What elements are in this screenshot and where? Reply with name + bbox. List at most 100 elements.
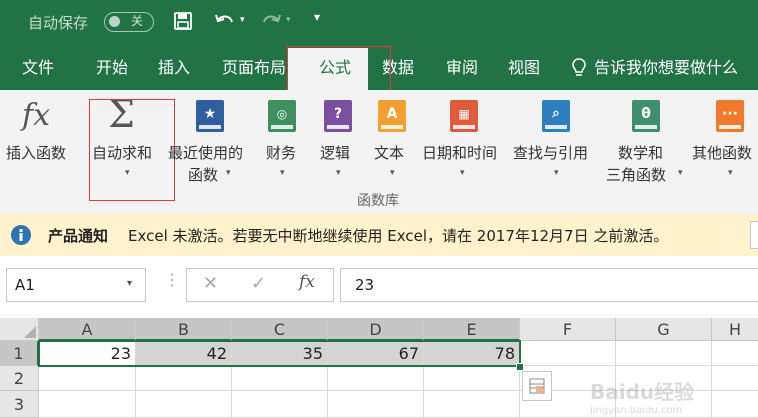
column-header-f[interactable]: F <box>520 318 616 341</box>
save-icon[interactable] <box>174 12 192 30</box>
cell-g2[interactable] <box>616 366 712 391</box>
cell-d2[interactable] <box>328 366 424 391</box>
redo-dropdown-icon[interactable]: ▾ <box>286 15 291 25</box>
math-trig-button[interactable]: θ 数学和 三角函数 ▾ <box>604 94 690 190</box>
cell-a3[interactable] <box>39 391 136 418</box>
selection-range <box>38 340 521 367</box>
cell-d3[interactable] <box>328 391 424 418</box>
customize-toolbar-icon[interactable]: ▾ <box>314 10 320 24</box>
autosave-toggle[interactable]: 关 <box>104 12 154 32</box>
undo-dropdown-icon[interactable]: ▾ <box>240 15 245 25</box>
tab-review[interactable]: 审阅 <box>446 44 478 90</box>
more-book-icon: ··· <box>716 100 744 132</box>
fill-handle[interactable] <box>516 363 524 371</box>
text-dropdown-icon: ▾ <box>390 168 395 178</box>
math-label-2: 三角函数 <box>606 166 667 184</box>
cell-h1[interactable] <box>712 341 758 366</box>
logical-button[interactable]: ? 逻辑 ▾ <box>316 94 362 190</box>
cell-f1[interactable] <box>520 341 616 366</box>
math-label-1: 数学和 <box>618 144 664 162</box>
tell-me-search[interactable]: 告诉我你想要做什么 <box>594 44 738 90</box>
coins-book-icon: ◎ <box>268 100 296 132</box>
lookup-label: 查找与引用 <box>513 144 589 162</box>
row-header-3[interactable]: 3 <box>0 391 39 418</box>
financial-label: 财务 <box>266 144 297 162</box>
highlight-autosum <box>89 99 175 201</box>
tab-file[interactable]: 文件 <box>22 44 54 90</box>
cell-b2[interactable] <box>136 366 232 391</box>
cell-e3[interactable] <box>424 391 520 418</box>
insert-function-button[interactable]: fx 插入函数 <box>0 94 84 174</box>
column-header-c[interactable]: C <box>232 318 328 341</box>
cell-e2[interactable] <box>424 366 520 391</box>
magnifier-book-icon: ⌕ <box>542 100 570 132</box>
ribbon-group-label: 函数库 <box>357 193 399 209</box>
column-header-d[interactable]: D <box>328 318 424 341</box>
cell-g1[interactable] <box>616 341 712 366</box>
cell-g3[interactable] <box>616 391 712 418</box>
tab-insert[interactable]: 插入 <box>158 44 190 90</box>
recently-used-label-2: 函数 <box>188 166 219 184</box>
column-header-b[interactable]: B <box>136 318 232 341</box>
enter-icon[interactable]: ✓ <box>251 273 266 294</box>
cell-h3[interactable] <box>712 391 758 418</box>
lightbulb-icon <box>572 58 586 76</box>
quick-analysis-icon <box>529 378 545 394</box>
tab-view[interactable]: 视图 <box>508 44 540 90</box>
cell-c3[interactable] <box>232 391 328 418</box>
select-all-corner[interactable] <box>0 318 39 341</box>
datetime-label: 日期和时间 <box>422 144 498 162</box>
column-header-a[interactable]: A <box>39 318 136 341</box>
redo-icon[interactable] <box>260 12 282 30</box>
toggle-knob-icon <box>109 16 120 27</box>
row-header-1[interactable]: 1 <box>0 341 39 366</box>
fx-icon: fx <box>22 98 51 133</box>
recently-used-button[interactable]: ★ 最近使用的 函数 ▾ <box>166 94 256 190</box>
lookup-dropdown-icon: ▾ <box>554 168 559 178</box>
insert-function-icon[interactable]: fx <box>299 272 315 292</box>
formula-value: 23 <box>355 276 375 294</box>
more-functions-dropdown-icon: ▾ <box>728 168 733 178</box>
lookup-button[interactable]: ⌕ 查找与引用 ▾ <box>512 94 604 190</box>
text-label: 文本 <box>374 144 405 162</box>
insert-function-label: 插入函数 <box>6 144 67 162</box>
recently-used-dropdown-icon: ▾ <box>226 168 231 178</box>
star-book-icon: ★ <box>196 100 224 132</box>
datetime-button[interactable]: ▦ 日期和时间 ▾ <box>420 94 508 190</box>
cell-a2[interactable] <box>39 366 136 391</box>
math-dropdown-icon: ▾ <box>678 168 683 178</box>
text-button[interactable]: A 文本 ▾ <box>370 94 416 190</box>
autosave-label: 自动保存 <box>28 14 89 32</box>
formula-input[interactable]: 23 <box>340 268 758 302</box>
financial-button[interactable]: ◎ 财务 ▾ <box>260 94 306 190</box>
more-functions-label: 其他函数 <box>692 144 753 162</box>
tab-page-layout[interactable]: 页面布局 <box>222 44 286 90</box>
formula-bar-grip-icon: ⋮ <box>164 270 180 289</box>
cell-c2[interactable] <box>232 366 328 391</box>
logical-label: 逻辑 <box>320 144 351 162</box>
name-box-dropdown-icon[interactable]: ▾ <box>127 278 132 289</box>
question-book-icon: ? <box>324 100 352 132</box>
logical-dropdown-icon: ▾ <box>336 168 341 178</box>
name-box[interactable]: A1 ▾ <box>6 268 146 302</box>
name-box-value: A1 <box>15 276 35 294</box>
more-functions-button[interactable]: ··· 其他函数 ▾ <box>690 94 758 190</box>
undo-icon[interactable] <box>214 12 236 30</box>
calendar-book-icon: ▦ <box>450 100 478 132</box>
highlight-formulas-tab <box>287 46 391 96</box>
info-icon <box>11 225 31 245</box>
activate-button[interactable] <box>750 221 758 249</box>
column-header-g[interactable]: G <box>616 318 712 341</box>
product-notice-bar: 产品通知 Excel 未激活。若要无中断地继续使用 Excel，请在 2017年… <box>0 214 758 257</box>
column-header-e[interactable]: E <box>424 318 520 341</box>
select-all-triangle-icon <box>24 326 36 338</box>
column-header-h[interactable]: H <box>712 318 758 341</box>
cell-b3[interactable] <box>136 391 232 418</box>
tab-home[interactable]: 开始 <box>96 44 128 90</box>
row-header-2[interactable]: 2 <box>0 366 39 391</box>
cancel-icon[interactable]: ✕ <box>203 273 218 294</box>
recently-used-label-1: 最近使用的 <box>168 144 244 162</box>
cell-h2[interactable] <box>712 366 758 391</box>
title-bar: 自动保存 关 ▾ ▾ ▾ <box>0 0 758 44</box>
quick-analysis-button[interactable] <box>522 371 552 401</box>
